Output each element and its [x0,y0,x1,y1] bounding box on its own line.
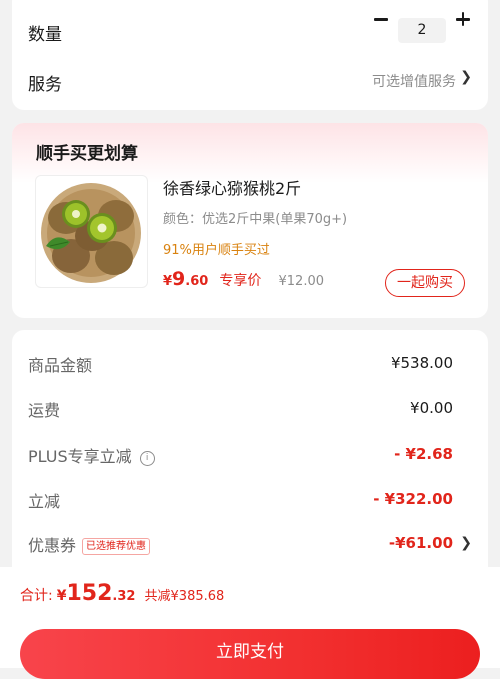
total-label: 合计: [20,588,53,604]
summary-row-plus-discount: PLUS专享立减 i - ¥2.68 [12,443,488,473]
bundle-title: 顺手买更划算 [36,144,138,164]
service-label: 服务 [28,75,62,95]
increase-quantity-button[interactable] [455,11,471,27]
instant-discount-value: - ¥322.00 [373,490,453,508]
chevron-right-icon: ❯ [460,69,472,85]
original-price: ¥12.00 [278,274,325,289]
order-options-card: 数量 2 服务 可选增值服务 ❯ [12,0,488,110]
info-icon[interactable]: i [139,451,155,466]
plus-discount-value: - ¥2.68 [394,445,453,463]
service-value: 可选增值服务 [372,74,456,90]
shipping-value: ¥0.00 [410,399,453,417]
summary-row-shipping: 运费 ¥0.00 [12,397,488,427]
summary-row-coupon[interactable]: 优惠券 已选推荐优惠 -¥61.00 ❯ [12,532,488,562]
product-spec: 颜色：优选2斤中果(单果70g+) [163,212,348,227]
chevron-right-icon: ❯ [460,535,472,551]
coupon-value: -¥61.00 [388,534,453,552]
total-decimal: .32 [112,589,136,604]
quantity-input[interactable]: 2 [398,18,446,43]
order-total: 合计: ¥152.32 共减¥385.68 [20,581,224,606]
plus-discount-text: PLUS专享立减 [28,447,132,466]
coupon-label: 优惠券 已选推荐优惠 [28,532,151,556]
total-saved: 共减¥385.68 [144,589,225,604]
price-summary-card: 商品金额 ¥538.00 运费 ¥0.00 PLUS专享立减 i - ¥2.68 … [12,330,488,580]
subtotal-label: 商品金额 [28,356,93,375]
price-currency: ¥ [163,274,173,289]
price-integer: 9 [172,268,186,290]
kiwi-illustration [41,183,141,283]
shipping-label: 运费 [28,401,61,420]
product-name[interactable]: 徐香绿心猕猴桃2斤 [163,175,301,199]
checkout-bar: 合计: ¥152.32 共减¥385.68 立即支付 [0,567,500,679]
summary-row-instant-discount: 立减 - ¥322.00 [12,488,488,518]
instant-discount-label: 立减 [28,492,61,511]
price-row: ¥9.60 专享价 ¥12.00 [163,268,324,294]
total-integer: 152 [66,581,113,606]
total-currency: ¥ [56,588,67,604]
kiwi-fruit-image[interactable] [35,175,148,288]
subtotal-value: ¥538.00 [390,354,453,372]
bundle-recommendation-card: 顺手买更划算 徐香绿心猕猴桃2斤 颜色：优选2斤中果(单果70g+) 91%用户… [12,123,488,318]
pay-now-button[interactable]: 立即支付 [20,629,480,679]
social-proof-text: 91%用户顺手买过 [163,243,270,258]
summary-row-subtotal: 商品金额 ¥538.00 [12,352,488,382]
coupon-text: 优惠券 [28,536,77,555]
exclusive-price-tag: 专享价 [219,273,262,289]
decrease-quantity-button[interactable] [373,11,389,27]
price-decimal: .60 [185,274,209,289]
buy-together-button[interactable]: 一起购买 [385,269,465,297]
recommended-coupon-badge: 已选推荐优惠 [82,538,151,555]
plus-discount-label: PLUS专享立减 i [28,443,155,467]
quantity-label: 数量 [28,25,62,45]
